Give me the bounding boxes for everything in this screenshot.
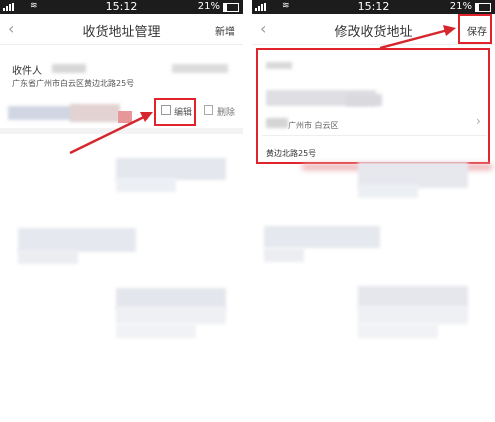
default-checkbox-blurred (8, 106, 78, 120)
address-list-screen: ≋ 15:12 21% ‹ 收货地址管理 新增 收件人 广东省广州市白云区黄边北… (0, 0, 243, 422)
recipient-label: 收件人 (12, 66, 42, 77)
blurred-content (116, 306, 226, 324)
blur-patch (70, 104, 120, 122)
blurred-content (18, 250, 78, 264)
panel-divider (243, 0, 252, 422)
edit-address-screen: ≋ 15:12 21% ‹ 修改收货地址 保存 广州市 白云区 › 黄边北路25… (252, 0, 495, 422)
recipient-name-blurred (52, 64, 86, 73)
battery-icon (223, 2, 239, 12)
blurred-content (358, 184, 418, 198)
blurred-content (264, 226, 380, 248)
blurred-content (116, 158, 226, 180)
address-card: 收件人 广东省广州市白云区黄边北路25号 编辑 删除 (0, 48, 243, 134)
battery-percent: 21% (449, 1, 472, 12)
blurred-content (264, 248, 304, 262)
blurred-content (358, 286, 468, 308)
address-text: 广东省广州市白云区黄边北路25号 (12, 79, 135, 88)
edit-highlight-box (154, 98, 196, 126)
status-bar: ≋ 15:12 21% (0, 0, 243, 14)
blurred-content (116, 178, 176, 192)
blurred-content (116, 324, 196, 338)
blurred-content (18, 228, 136, 252)
trash-icon[interactable] (204, 105, 213, 115)
recipient-phone-blurred (172, 64, 228, 73)
blurred-content (358, 324, 438, 338)
delete-button[interactable]: 删除 (217, 105, 235, 118)
status-bar: ≋ 15:12 21% (252, 0, 495, 14)
form-highlight-box (256, 48, 490, 164)
add-address-button[interactable]: 新增 (215, 23, 235, 38)
red-mark (118, 111, 132, 123)
battery-percent: 21% (197, 1, 220, 12)
nav-bar: ‹ 收货地址管理 新增 (0, 14, 243, 45)
blurred-content (358, 306, 468, 324)
battery-icon (475, 2, 491, 12)
save-highlight-box (458, 14, 492, 44)
page-title: 收货地址管理 (82, 25, 161, 40)
